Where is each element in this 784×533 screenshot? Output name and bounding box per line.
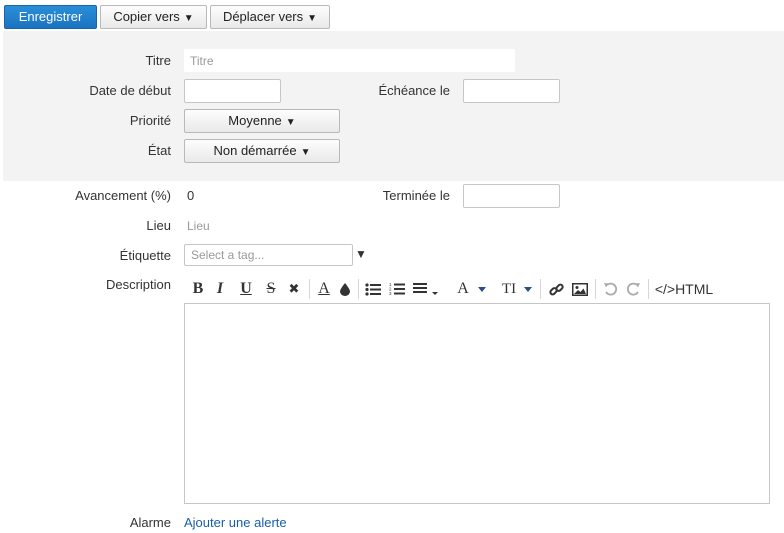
bullet-list-icon[interactable] — [364, 280, 382, 298]
image-icon[interactable] — [571, 280, 589, 298]
location-input[interactable] — [181, 214, 381, 238]
description-editor[interactable] — [184, 303, 770, 504]
chevron-down-icon: ▼ — [300, 147, 311, 158]
bold-icon[interactable]: B — [190, 280, 206, 298]
font-name-icon[interactable]: A — [454, 280, 472, 298]
progress-label: Avancement (%) — [75, 188, 171, 203]
tag-dropdown-icon[interactable]: ▼ — [355, 247, 367, 261]
chevron-down-icon[interactable] — [476, 280, 488, 298]
font-size-icon[interactable]: TI — [500, 280, 518, 298]
move-to-button[interactable]: Déplacer vers ▼ — [210, 5, 330, 29]
title-label: Titre — [145, 53, 171, 68]
alarm-label: Alarme — [129, 515, 171, 530]
state-label: État — [147, 143, 171, 158]
undo-icon[interactable] — [601, 280, 619, 298]
toolbar-divider — [540, 279, 541, 299]
strikethrough-icon[interactable]: S — [263, 280, 279, 298]
start-date-input[interactable] — [184, 79, 281, 103]
move-to-label: Déplacer vers — [222, 9, 304, 24]
progress-value[interactable]: 0 — [187, 188, 194, 203]
done-date-input[interactable] — [463, 184, 560, 208]
priority-label: Priorité — [129, 113, 171, 128]
title-input[interactable] — [184, 49, 515, 72]
italic-icon[interactable]: I — [212, 280, 228, 298]
copy-to-button[interactable]: Copier vers ▼ — [100, 5, 207, 29]
priority-dropdown[interactable]: Moyenne ▼ — [184, 109, 340, 133]
copy-to-label: Copier vers — [113, 9, 180, 24]
svg-text:3: 3 — [389, 291, 392, 296]
save-button[interactable]: Enregistrer — [4, 5, 97, 29]
state-dropdown[interactable]: Non démarrée ▼ — [184, 139, 340, 163]
chevron-down-icon: ▼ — [307, 13, 318, 24]
due-date-label: Échéance le — [378, 83, 450, 98]
chevron-down-icon[interactable] — [522, 280, 534, 298]
clear-format-icon[interactable]: ✖ — [286, 280, 302, 298]
due-date-input[interactable] — [463, 79, 560, 103]
html-source-button[interactable]: </>HTML — [655, 280, 713, 298]
chevron-down-icon: ▼ — [285, 117, 296, 128]
chevron-down-icon: ▼ — [183, 13, 194, 24]
state-value: Non démarrée — [213, 143, 297, 158]
tag-input[interactable] — [184, 244, 353, 266]
tag-label: Étiquette — [119, 248, 171, 263]
toolbar-divider — [358, 279, 359, 299]
done-date-label: Terminée le — [382, 188, 450, 203]
font-color-icon[interactable]: A — [316, 280, 332, 298]
priority-value: Moyenne — [228, 113, 282, 128]
redo-icon[interactable] — [624, 280, 642, 298]
align-dropdown-icon[interactable] — [412, 280, 442, 298]
numbered-list-icon[interactable]: 123 — [388, 280, 406, 298]
link-icon[interactable] — [547, 280, 565, 298]
highlight-drop-icon[interactable] — [338, 280, 352, 298]
add-alert-link[interactable]: Ajouter une alerte — [184, 515, 287, 530]
description-label: Description — [105, 277, 171, 292]
underline-icon[interactable]: U — [238, 280, 254, 298]
toolbar-divider — [595, 279, 596, 299]
toolbar-divider — [309, 279, 310, 299]
toolbar-divider — [648, 279, 649, 299]
location-label: Lieu — [146, 218, 171, 233]
start-date-label: Date de début — [89, 83, 171, 98]
